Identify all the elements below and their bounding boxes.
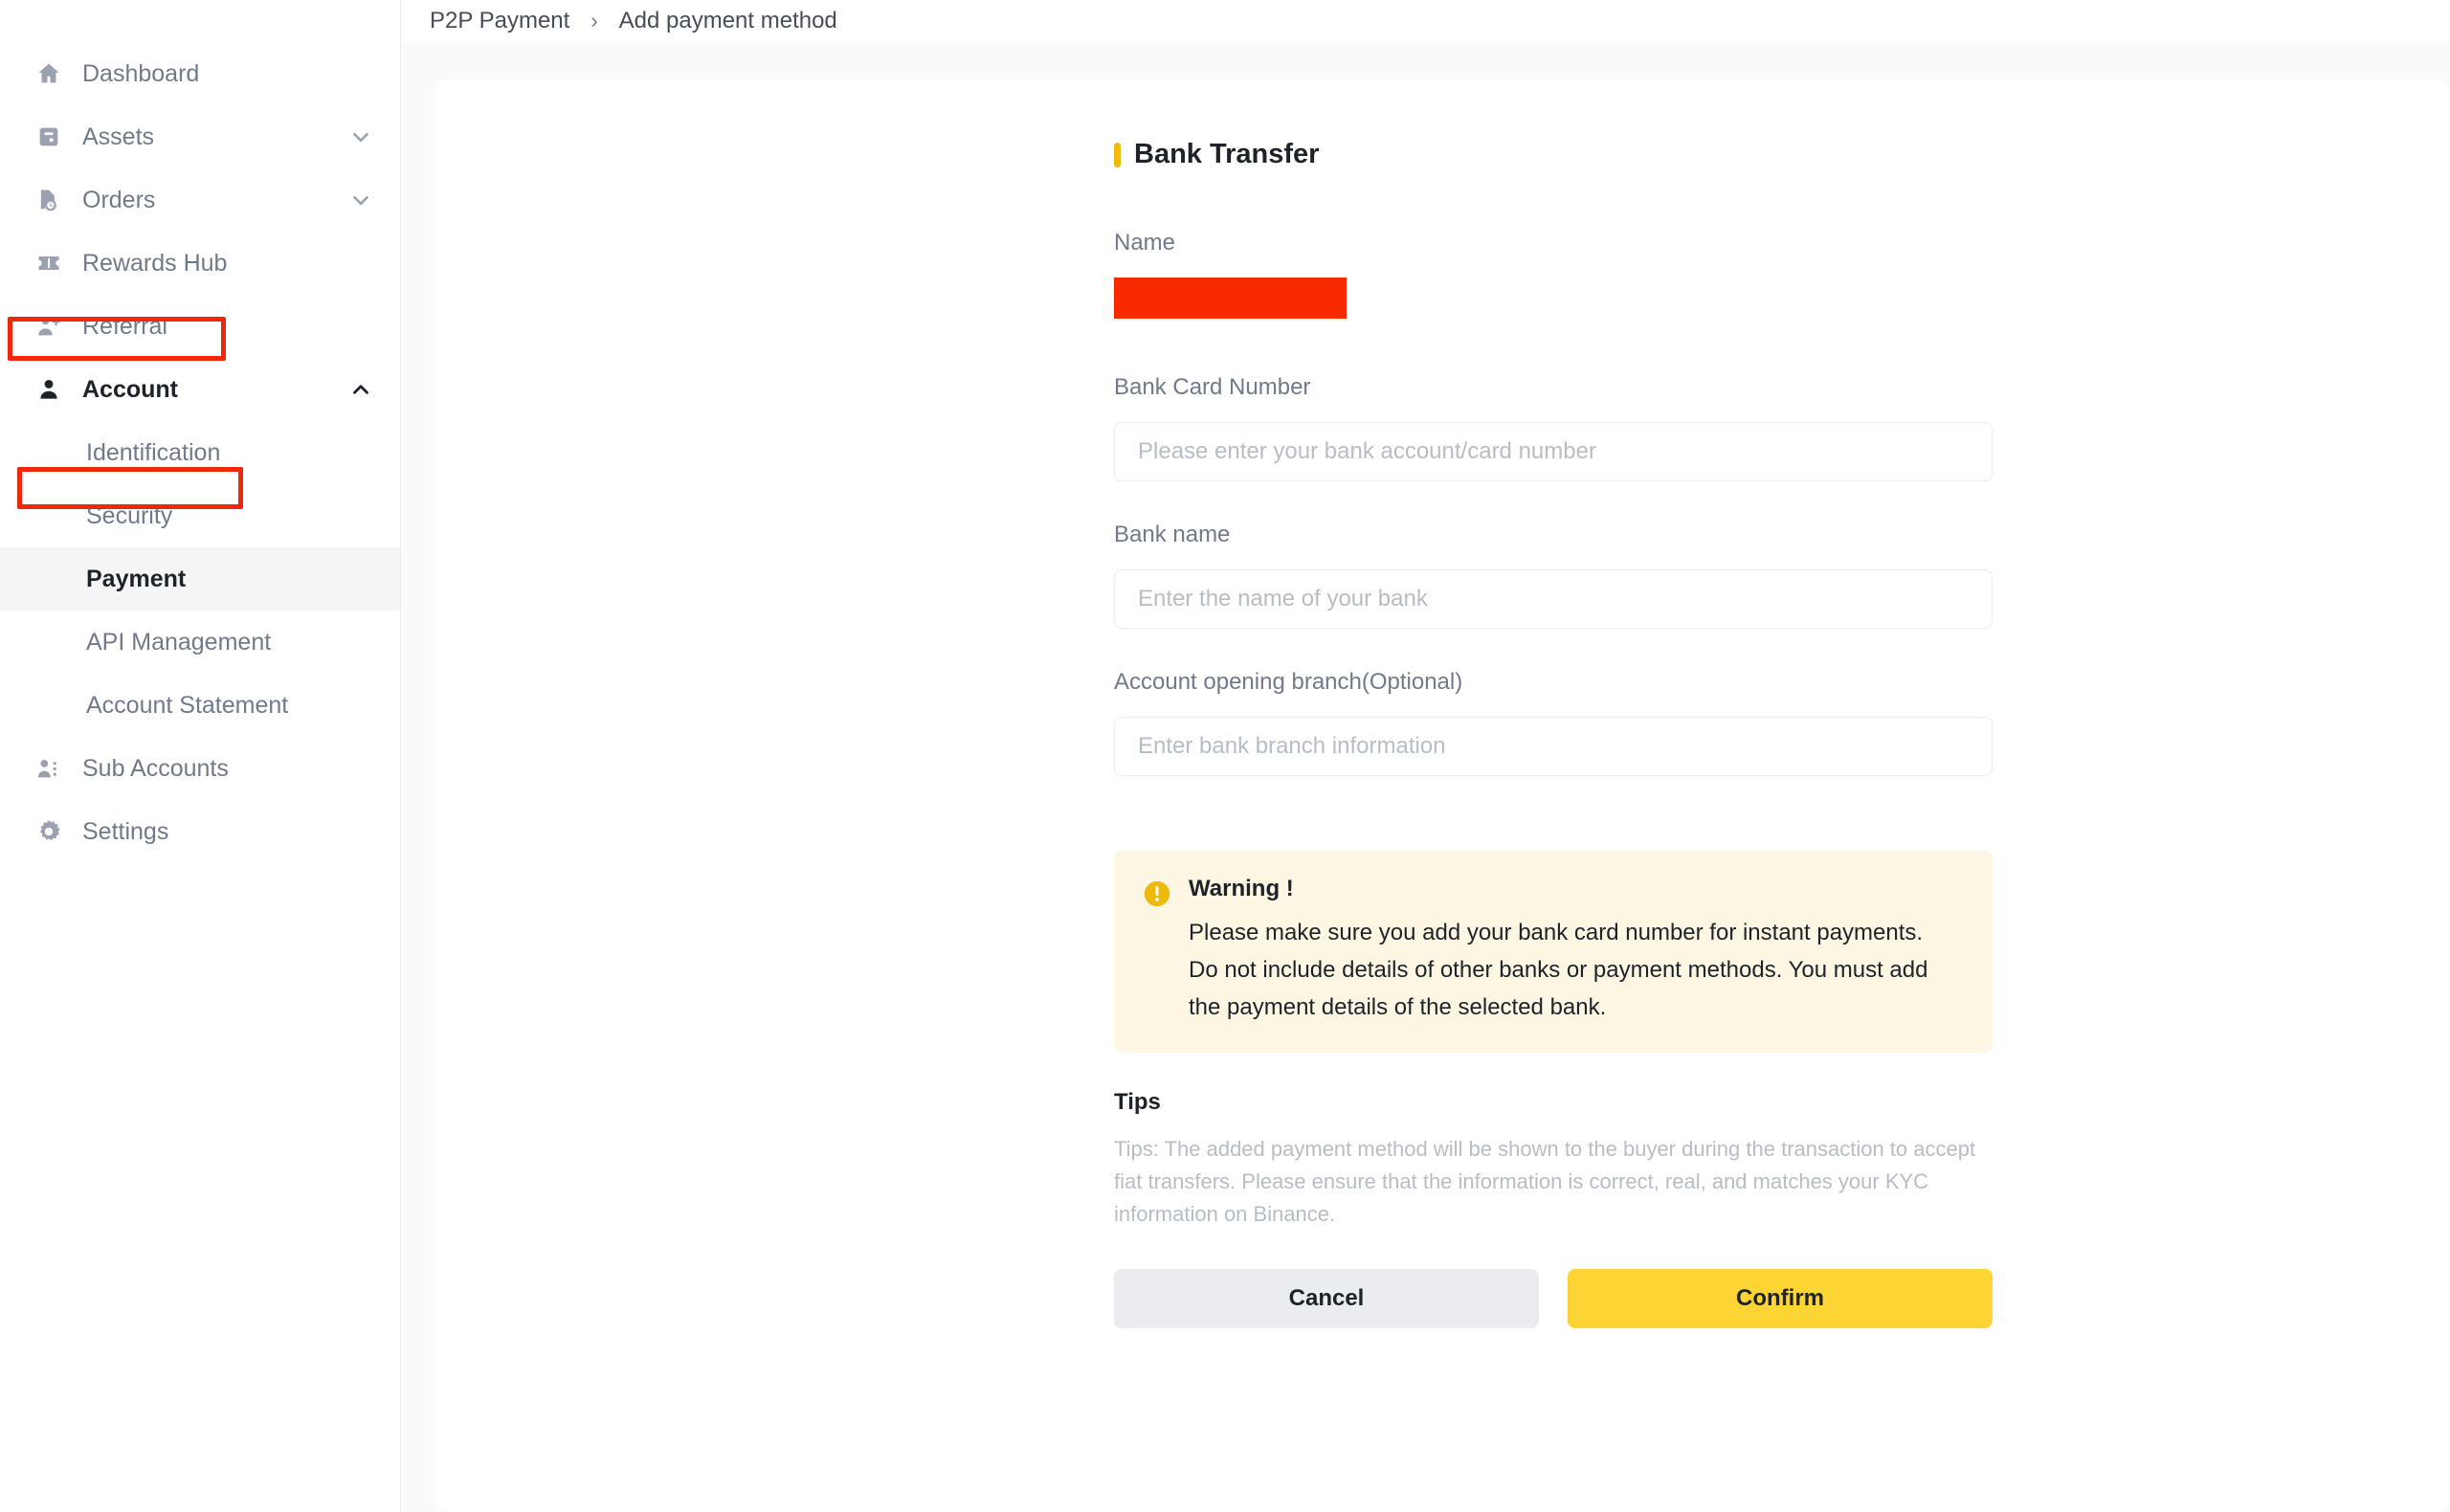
sidebar-item-assets[interactable]: Assets bbox=[0, 105, 400, 168]
order-clock-icon bbox=[34, 186, 63, 214]
sidebar-subitem-label: API Management bbox=[86, 628, 272, 656]
app-root: P2P Payment › Add payment method Dashboa… bbox=[0, 0, 2450, 1512]
field-bank-card-number: Bank Card Number bbox=[1114, 374, 1993, 481]
sidebar-subitem-identification[interactable]: Identification bbox=[0, 421, 400, 484]
warning-body: Warning ! Please make sure you add your … bbox=[1189, 876, 1964, 1026]
breadcrumb-separator-icon: › bbox=[590, 9, 598, 33]
field-bank-name: Bank name bbox=[1114, 522, 1993, 629]
bank-name-input[interactable] bbox=[1114, 569, 1993, 629]
people-list-icon bbox=[34, 754, 63, 783]
sidebar-item-label: Settings bbox=[82, 817, 169, 845]
gear-icon bbox=[34, 817, 63, 846]
warning-title: Warning ! bbox=[1189, 876, 1294, 901]
breadcrumb-current: Add payment method bbox=[618, 8, 837, 33]
wallet-icon bbox=[34, 122, 63, 151]
sidebar-subitem-account-statement[interactable]: Account Statement bbox=[0, 674, 400, 737]
home-icon bbox=[34, 59, 63, 88]
warning-line: Please make sure you add your bank card … bbox=[1189, 920, 1924, 945]
form-title-text: Bank Transfer bbox=[1134, 139, 1320, 169]
field-label: Name bbox=[1114, 230, 1176, 256]
field-label: Account opening branch(Optional) bbox=[1114, 669, 1463, 695]
sidebar-subitem-payment[interactable]: Payment bbox=[0, 547, 400, 611]
sidebar-subitem-security[interactable]: Security bbox=[0, 484, 400, 547]
form-title: Bank Transfer bbox=[1114, 139, 1993, 170]
sidebar-item-label: Dashboard bbox=[82, 59, 200, 87]
sidebar-item-label: Rewards Hub bbox=[82, 249, 228, 277]
form-actions: Cancel Confirm bbox=[1114, 1269, 1993, 1328]
sidebar-item-label: Orders bbox=[82, 186, 156, 213]
person-icon bbox=[34, 375, 63, 404]
breadcrumb-root-link[interactable]: P2P Payment bbox=[430, 8, 569, 34]
sidebar-item-label: Assets bbox=[82, 122, 155, 150]
name-value-redaction bbox=[1114, 278, 1347, 319]
field-label: Bank name bbox=[1114, 522, 1231, 547]
cancel-button[interactable]: Cancel bbox=[1114, 1269, 1539, 1328]
sidebar-subitem-label: Account Statement bbox=[86, 691, 289, 719]
sidebar: Dashboard Assets Orders Rewards Hub Refe… bbox=[0, 0, 401, 1512]
account-opening-branch-input[interactable] bbox=[1114, 717, 1993, 776]
chevron-down-icon[interactable] bbox=[348, 188, 373, 212]
tips-title: Tips bbox=[1114, 1089, 1161, 1115]
sidebar-item-referral[interactable]: Referral bbox=[0, 295, 400, 358]
add-payment-method-form: Bank Transfer Name Bank Card Number Bank… bbox=[1114, 139, 1993, 1328]
tips-text: Tips: The added payment method will be s… bbox=[1114, 1137, 1976, 1226]
sidebar-item-settings[interactable]: Settings bbox=[0, 800, 400, 863]
sidebar-item-rewards-hub[interactable]: Rewards Hub bbox=[0, 232, 400, 295]
field-label: Bank Card Number bbox=[1114, 374, 1311, 400]
sidebar-subitem-label: Security bbox=[86, 501, 173, 529]
sidebar-item-sub-accounts[interactable]: Sub Accounts bbox=[0, 737, 400, 800]
sidebar-item-label: Account bbox=[82, 375, 178, 403]
exclamation-circle-icon bbox=[1143, 876, 1171, 1026]
sidebar-item-dashboard[interactable]: Dashboard bbox=[0, 42, 400, 105]
person-plus-icon bbox=[34, 312, 63, 341]
sidebar-subitem-label: Payment bbox=[86, 565, 187, 592]
sidebar-item-orders[interactable]: Orders bbox=[0, 168, 400, 232]
warning-banner: Warning ! Please make sure you add your … bbox=[1114, 851, 1993, 1053]
breadcrumb: P2P Payment › Add payment method bbox=[430, 0, 837, 42]
sidebar-subitem-api-management[interactable]: API Management bbox=[0, 611, 400, 674]
bank-card-number-input[interactable] bbox=[1114, 422, 1993, 481]
sidebar-subitem-label: Identification bbox=[86, 438, 221, 466]
sidebar-item-label: Sub Accounts bbox=[82, 754, 229, 782]
warning-line: Do not include details of other banks or… bbox=[1189, 957, 1928, 983]
chevron-down-icon[interactable] bbox=[348, 124, 373, 149]
warning-line: the payment details of the selected bank… bbox=[1189, 994, 1607, 1020]
sidebar-item-label: Referral bbox=[82, 312, 167, 340]
field-name: Name bbox=[1114, 230, 1993, 319]
ticket-icon bbox=[34, 249, 63, 278]
chevron-up-icon[interactable] bbox=[348, 377, 373, 402]
title-accent-bar bbox=[1114, 142, 1121, 167]
sidebar-item-account[interactable]: Account bbox=[0, 358, 400, 421]
confirm-button[interactable]: Confirm bbox=[1568, 1269, 1993, 1328]
field-account-opening-branch: Account opening branch(Optional) bbox=[1114, 669, 1993, 776]
